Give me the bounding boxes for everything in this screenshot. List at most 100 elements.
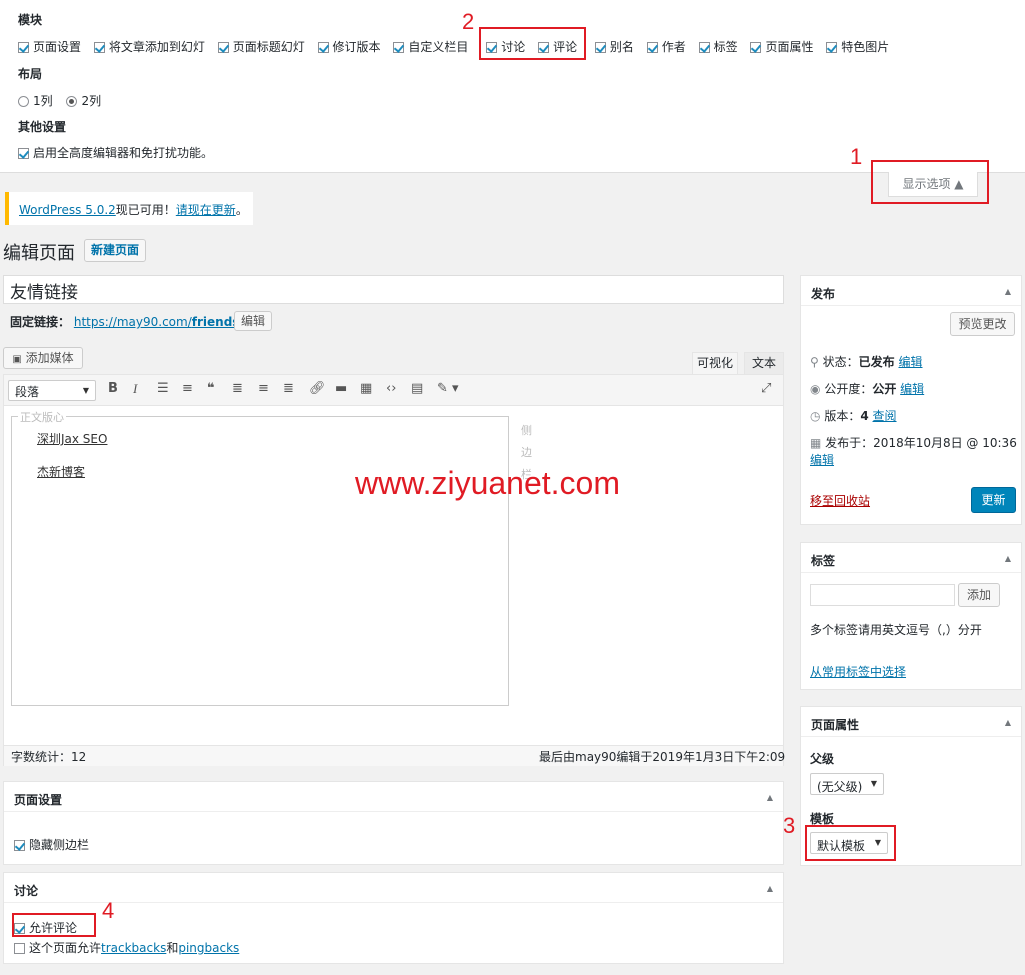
collapse-icon[interactable]: ▲: [1005, 287, 1011, 296]
preview-changes-button[interactable]: 预览更改: [950, 312, 1015, 336]
fieldset-legend: 正文版心: [18, 409, 66, 425]
last-edit: 最后由may90编辑于2019年1月3日下午2:09: [539, 750, 786, 764]
discussion-title: 讨论: [4, 873, 783, 903]
layout-options: 1列 2列: [18, 92, 101, 109]
permalink-label: 固定链接：: [10, 315, 71, 329]
module-page-settings[interactable]: 页面设置: [18, 40, 81, 54]
post-title-input[interactable]: 友情链接: [3, 275, 784, 304]
annotation-box-3: [805, 825, 896, 861]
annotation-number-1: 1: [850, 144, 863, 169]
format-select[interactable]: 段落 ▼: [8, 380, 96, 401]
module-slug[interactable]: 别名: [594, 40, 634, 54]
annotation-number-2: 2: [462, 9, 475, 34]
hide-sidebar-option[interactable]: 隐藏侧边栏: [14, 836, 89, 853]
publish-box: 发布 ▲ 预览更改 ⚲ 状态：已发布 编辑 ◉ 公开度：公开 编辑 ◷ 版本：4…: [800, 275, 1022, 525]
update-now-link[interactable]: 请现在更新: [176, 203, 236, 217]
parent-select[interactable]: (无父级) ▼: [810, 773, 884, 795]
collapse-icon[interactable]: ▲: [1005, 718, 1011, 727]
read-more-icon[interactable]: ▬: [335, 381, 347, 396]
module-custom-fields[interactable]: 自定义栏目: [393, 40, 468, 54]
content-link-jax-seo[interactable]: 深圳Jax SEO: [37, 430, 107, 447]
choose-common-tags-link[interactable]: 从常用标签中选择: [810, 663, 906, 680]
module-tags[interactable]: 标签: [698, 40, 738, 54]
annotation-box-2: [479, 27, 586, 60]
tab-text[interactable]: 文本: [744, 352, 784, 374]
align-right-icon[interactable]: ≣: [283, 381, 294, 396]
fullheight-editor-option[interactable]: 启用全高度编辑器和免打扰功能。: [18, 144, 213, 161]
watermark: www.ziyuanet.com: [355, 465, 620, 501]
published-on-row: ▦ 发布于：2018年10月8日 @ 10:36: [810, 436, 1017, 450]
visibility-row: ◉ 公开度：公开 编辑: [810, 382, 925, 396]
word-count: 字数统计：12: [11, 750, 87, 764]
align-center-icon[interactable]: ≡: [258, 381, 269, 396]
link-icon[interactable]: 🔗︎: [309, 381, 326, 396]
layout-2-column[interactable]: 2列: [66, 94, 101, 108]
code-icon[interactable]: ‹›: [386, 381, 396, 396]
module-author[interactable]: 作者: [646, 40, 686, 54]
pingbacks-link[interactable]: pingbacks: [178, 941, 239, 955]
tags-title: 标签: [801, 543, 1021, 573]
eye-icon: ◉: [810, 382, 821, 396]
media-icon: ▣: [12, 354, 22, 365]
browse-revisions-link[interactable]: 查阅: [873, 409, 897, 423]
publish-title: 发布: [801, 276, 1021, 306]
module-page-attributes[interactable]: 页面属性: [750, 40, 813, 54]
trackbacks-link[interactable]: trackbacks: [101, 941, 166, 955]
numbered-list-icon[interactable]: ≡: [182, 381, 193, 396]
layout-1-column[interactable]: 1列: [18, 94, 53, 108]
move-to-trash-link[interactable]: 移至回收站: [810, 492, 870, 509]
update-notice: WordPress 5.0.2现已可用！请现在更新。: [5, 192, 253, 225]
content-fieldset: [11, 416, 509, 706]
update-button[interactable]: 更新: [971, 487, 1016, 513]
tab-visual[interactable]: 可视化: [692, 352, 738, 374]
discussion-box: 讨论 ▲ 允许评论 这个页面允许trackbacks和pingbacks: [3, 872, 784, 964]
calendar-icon: ▦: [810, 436, 822, 450]
permalink-row: 固定链接： https://may90.com/friends: [10, 313, 239, 330]
fullscreen-icon[interactable]: ⤢: [761, 381, 771, 396]
collapse-icon[interactable]: ▲: [767, 884, 773, 893]
date-edit-link[interactable]: 编辑: [810, 451, 834, 468]
tag-input[interactable]: [810, 584, 955, 606]
edit-dropdown-icon[interactable]: ✎ ▾: [437, 381, 459, 396]
trackbacks-option[interactable]: 这个页面允许trackbacks和pingbacks: [14, 939, 239, 956]
annotation-box-4: [12, 913, 96, 937]
toolbar-toggle-icon[interactable]: ▦: [360, 381, 372, 396]
module-title-slide[interactable]: 页面标题幻灯: [217, 40, 305, 54]
blockquote-icon[interactable]: ❝: [207, 381, 215, 396]
collapse-icon[interactable]: ▲: [767, 793, 773, 802]
align-left-icon[interactable]: ≣: [232, 381, 243, 396]
status-row: ⚲ 状态：已发布 编辑: [810, 355, 923, 369]
annotation-box-1: [871, 160, 989, 204]
layout-title: 布局: [18, 67, 43, 81]
bold-icon[interactable]: B: [108, 381, 118, 396]
annotation-number-3: 3: [783, 813, 796, 838]
tags-hint: 多个标签请用英文逗号（,）分开: [810, 623, 982, 637]
page-attributes-title: 页面属性: [801, 707, 1021, 737]
page-settings-box: 页面设置 ▲ 隐藏侧边栏: [3, 781, 784, 865]
new-page-button[interactable]: 新建页面: [84, 239, 146, 262]
page-settings-title: 页面设置: [4, 782, 783, 812]
module-featured-image[interactable]: 特色图片: [826, 40, 889, 54]
notice-text: 现已可用！: [115, 203, 176, 217]
other-settings-title: 其他设置: [18, 120, 67, 134]
collapse-icon[interactable]: ▲: [1005, 554, 1011, 563]
module-checkboxes: 页面设置 将文章添加到幻灯 页面标题幻灯 修订版本 自定义栏目 讨论 评论 别名…: [18, 38, 889, 55]
content-link-jiexin-blog[interactable]: 杰新博客: [37, 463, 85, 480]
permalink-edit-button[interactable]: 编辑: [234, 311, 272, 331]
wordpress-version-link[interactable]: WordPress 5.0.2: [19, 203, 116, 217]
add-media-button[interactable]: ▣ 添加媒体: [3, 347, 83, 369]
annotation-number-4: 4: [102, 898, 115, 923]
modules-title: 模块: [18, 13, 43, 27]
screen-options-panel: 模块 页面设置 将文章添加到幻灯 页面标题幻灯 修订版本 自定义栏目 讨论 评论…: [0, 0, 1025, 173]
page-title: 编辑页面: [3, 243, 75, 264]
permalink-link[interactable]: https://may90.com/friends: [74, 315, 240, 329]
module-revisions[interactable]: 修订版本: [317, 40, 381, 54]
status-edit-link[interactable]: 编辑: [898, 355, 922, 369]
module-add-slide[interactable]: 将文章添加到幻灯: [93, 40, 205, 54]
table-icon[interactable]: ▤: [411, 381, 423, 396]
parent-label: 父级: [810, 752, 835, 766]
add-tag-button[interactable]: 添加: [958, 583, 1000, 607]
visibility-edit-link[interactable]: 编辑: [900, 382, 924, 396]
bullet-list-icon[interactable]: ☰: [157, 381, 169, 396]
italic-icon[interactable]: I: [133, 381, 137, 397]
